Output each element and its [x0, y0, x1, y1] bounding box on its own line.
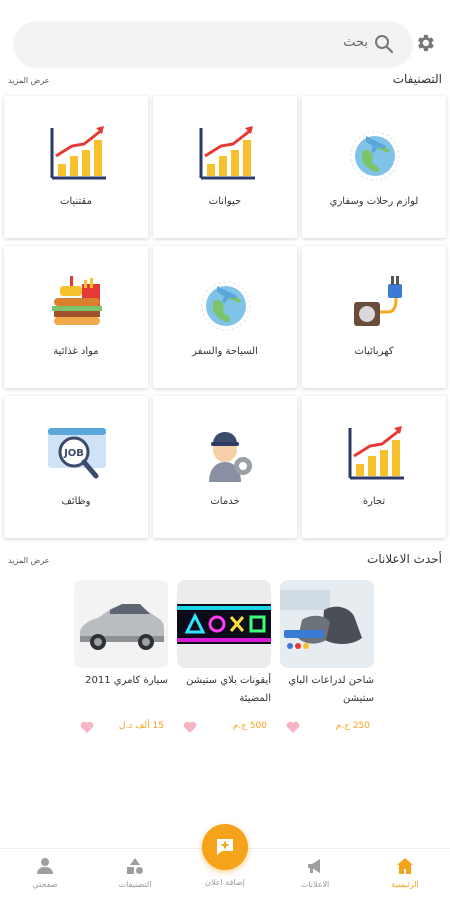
ad-image[interactable] — [74, 580, 168, 668]
ad-title: أيقونات بلاي ستيشن المضيئة — [186, 675, 271, 704]
nav-categories-label: التصنيفات — [118, 880, 152, 889]
latest-ads-list: شاحن لدراعات الباي ستيشن 250 ج.م أيقونات… — [74, 580, 374, 740]
category-card-trade[interactable]: تجارة — [302, 396, 446, 538]
category-card-travel-gear[interactable]: لوازم رحلات وسفاري — [302, 96, 446, 238]
search-placeholder: بحث — [343, 35, 368, 50]
category-card-tourism[interactable]: السياحة والسفر — [153, 246, 297, 388]
latest-ads-title: أحدث الاعلانات — [367, 552, 442, 566]
nav-ads[interactable]: الاعلانات — [280, 857, 350, 889]
heart-icon[interactable] — [286, 721, 300, 733]
ad-image[interactable] — [280, 580, 374, 668]
category-card-animals[interactable]: حيوانات — [153, 96, 297, 238]
fast-food-icon — [52, 276, 102, 325]
nav-home[interactable]: الرئيسية — [370, 857, 440, 889]
category-card-food[interactable]: مواد غذائية — [4, 246, 148, 388]
shapes-icon — [127, 858, 143, 874]
search-bar[interactable]: بحث — [14, 22, 412, 66]
category-label: تجارة — [362, 496, 386, 507]
ad-card[interactable]: شاحن لدراعات الباي ستيشن 250 ج.م — [280, 580, 374, 740]
ad-title: سيارة كامري 2011 — [85, 675, 168, 686]
nav-profile-label: صفحتي — [32, 880, 58, 889]
ad-price: 15 ألف د.ل — [118, 721, 164, 731]
service-worker-icon — [209, 432, 252, 482]
category-label: حيوانات — [208, 196, 242, 207]
categories-see-more-link[interactable]: عرض المزيد — [8, 76, 50, 85]
nav-home-label: الرئيسية — [391, 880, 419, 889]
globe-plane-icon — [201, 281, 251, 331]
category-label: مواد غذائية — [53, 346, 99, 357]
growth-chart-icon — [348, 426, 404, 480]
home-icon — [397, 858, 413, 874]
growth-chart-icon — [50, 126, 106, 180]
growth-chart-icon — [199, 126, 255, 180]
category-label: مقتنيات — [60, 196, 92, 207]
category-label: كهربائيات — [354, 346, 394, 357]
latest-ads-header: أحدث الاعلانات عرض المزيد — [8, 552, 442, 570]
category-label: لوازم رحلات وسفاري — [329, 196, 419, 207]
category-label: وظائف — [61, 496, 91, 507]
gear-icon[interactable] — [414, 32, 436, 54]
ad-price: 500 ج.م — [232, 721, 267, 731]
ad-card[interactable]: أيقونات بلاي ستيشن المضيئة 500 ج.م — [177, 580, 271, 740]
category-label: خدمات — [210, 496, 240, 507]
add-comment-icon — [217, 839, 233, 855]
user-icon — [37, 858, 53, 874]
heart-icon[interactable] — [80, 721, 94, 733]
add-ad-label: إضافة اعلان — [205, 878, 245, 887]
svg-text:JOB: JOB — [63, 448, 84, 459]
ad-card[interactable]: سيارة كامري 2011 15 ألف د.ل — [74, 580, 168, 740]
category-label: السياحة والسفر — [192, 346, 258, 357]
category-card-jobs[interactable]: JOB وظائف — [4, 396, 148, 538]
ad-title: شاحن لدراعات الباي ستيشن — [288, 675, 374, 704]
ad-image[interactable] — [177, 580, 271, 668]
nav-profile[interactable]: صفحتي — [10, 857, 80, 889]
power-plug-icon — [354, 276, 402, 326]
heart-icon[interactable] — [183, 721, 197, 733]
search-icon — [375, 35, 394, 54]
categories-header: التصنيفات عرض المزيد — [8, 72, 442, 90]
add-ad-button[interactable] — [202, 824, 248, 870]
job-search-icon: JOB — [48, 428, 106, 479]
nav-categories[interactable]: التصنيفات — [100, 857, 170, 889]
category-card-electronics[interactable]: كهربائيات — [302, 246, 446, 388]
categories-title: التصنيفات — [392, 72, 442, 86]
ad-price: 250 ج.م — [335, 721, 370, 731]
megaphone-icon — [308, 859, 320, 873]
category-card-services[interactable]: خدمات — [153, 396, 297, 538]
latest-ads-see-more-link[interactable]: عرض المزيد — [8, 556, 50, 565]
top-bar: بحث — [12, 22, 438, 66]
category-card-collectibles[interactable]: مقتنيات — [4, 96, 148, 238]
nav-ads-label: الاعلانات — [300, 880, 330, 889]
globe-plane-icon — [350, 131, 400, 181]
